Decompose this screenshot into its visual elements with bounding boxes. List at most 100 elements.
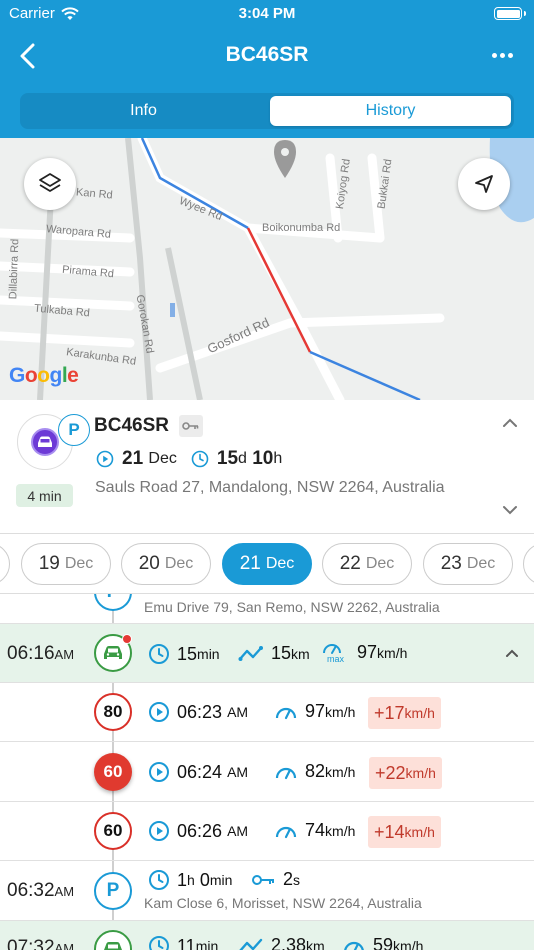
route-icon: [238, 645, 263, 661]
event-speed: 74 km/h: [274, 820, 355, 841]
history-timeline: P Emu Drive 79, San Remo, NSW 2262, Aust…: [0, 594, 534, 950]
route-icon: [238, 938, 263, 950]
event-time: 06:26 AM: [148, 820, 248, 842]
stop-address: Emu Drive 79, San Remo, NSW 2262, Austra…: [144, 599, 440, 615]
stop-address: Kam Close 6, Morisset, NSW 2264, Austral…: [144, 895, 422, 911]
play-circle-icon: [96, 450, 114, 468]
parked-icon: P: [94, 594, 132, 611]
play-circle-icon: [149, 762, 169, 782]
key-icon: [252, 874, 274, 885]
timeline-row-trip[interactable]: 07:32AM 11 min 2.38 km 59 km/h: [0, 921, 534, 950]
speed-limit-sign-active: 60: [94, 753, 132, 791]
timeline-row-speeding[interactable]: 60 06:26 AM 74 km/h +14 km/h: [0, 802, 534, 861]
app-header: Carrier 3:04 PM BC46SR Info History: [0, 0, 534, 138]
battery-icon: [494, 7, 526, 20]
date-chip-next[interactable]: [523, 543, 534, 585]
status-bar: Carrier 3:04 PM: [0, 0, 534, 28]
speedometer-icon: [275, 707, 297, 719]
speedometer-icon: [344, 941, 364, 950]
chevron-up-icon[interactable]: [502, 418, 518, 428]
elapsed-hours: 10: [252, 448, 274, 469]
map-view[interactable]: Wyee Rd Boikonumba Rd Koiyog Rd Bukkai R…: [0, 138, 534, 400]
trip-duration: 15 min: [148, 643, 220, 665]
parked-icon: P: [94, 872, 132, 910]
clock-icon: [149, 870, 169, 890]
nav-bar: BC46SR: [0, 34, 534, 78]
date-month: Dec: [64, 555, 94, 572]
date-chip-selected[interactable]: 21 Dec: [222, 543, 312, 585]
event-speed: 97 km/h: [274, 701, 355, 722]
elapsed-days: 15: [216, 448, 239, 469]
date-chip[interactable]: 19 Dec: [21, 543, 111, 585]
parked-badge: P: [58, 414, 90, 446]
date-day: 19: [38, 553, 60, 574]
trip-max-speed: 59 km/h: [342, 935, 423, 950]
date-day: 21: [239, 553, 261, 574]
tab-history[interactable]: History: [270, 96, 511, 126]
speed-limit-sign: 60: [94, 812, 132, 850]
date-chip[interactable]: 22 Dec: [322, 543, 412, 585]
event-time: 06:23 AM: [148, 701, 248, 723]
trip-start-time: 06:16AM: [7, 643, 75, 664]
trip-max-speed: max 97 km/h: [322, 641, 407, 664]
timeline-row-stop[interactable]: 06:32AM P 1h 0 min 2s Kam Close 6, Moriss…: [0, 861, 534, 921]
alert-dot: [122, 634, 132, 644]
date-day: 22: [339, 553, 361, 574]
chevron-up-icon[interactable]: [505, 649, 519, 658]
event-time: 06:24 AM: [148, 761, 248, 783]
start-month: Dec: [148, 450, 177, 467]
play-circle-icon: [149, 821, 169, 841]
stop-time: 06:32AM: [7, 880, 75, 901]
vehicle-card: P 4 min BC46SR 21 Dec 15 d 10 h Sauls Road…: [0, 400, 534, 534]
car-icon: [94, 930, 132, 950]
event-speed: 82 km/h: [274, 761, 355, 782]
play-circle-icon: [149, 702, 169, 722]
clock-icon: [191, 450, 209, 468]
max-speed-icon: max: [322, 641, 349, 664]
tab-info[interactable]: Info: [23, 96, 264, 126]
elapsed-days-unit: d: [238, 450, 247, 467]
map-label-boikonumba: Boikonumba Rd: [262, 222, 341, 234]
date-chip-prev[interactable]: [0, 543, 10, 585]
segmented-control: Info History: [20, 93, 514, 129]
over-limit-badge: +14 km/h: [368, 816, 441, 848]
ignition-key-icon: [179, 415, 203, 437]
timeline-row-trip[interactable]: 06:16AM 15 min 15 km max 97 km/h: [0, 624, 534, 683]
date-month: Dec: [164, 555, 194, 572]
date-month: Dec: [265, 555, 295, 572]
locate-button[interactable]: [458, 158, 510, 210]
status-time: 3:04 PM: [238, 5, 296, 22]
trip-distance: 15 km: [238, 643, 310, 664]
trip-start-time: 07:32AM: [7, 937, 75, 950]
stop-ignition: 2s: [252, 869, 300, 890]
speed-limit-sign: 80: [94, 693, 132, 731]
page-title: BC46SR: [225, 43, 309, 66]
car-icon: [31, 428, 59, 456]
clock-icon: [149, 644, 169, 664]
over-limit-badge: +22 km/h: [369, 757, 442, 789]
date-selector: 19 Dec 20 Dec 21 Dec 22 Dec 23 Dec: [0, 534, 534, 594]
duration-pill: 4 min: [16, 484, 73, 507]
timeline-row-speeding[interactable]: 60 06:24 AM 82 km/h +22 km/h: [0, 742, 534, 802]
start-day: 21: [122, 448, 144, 469]
vehicle-plate: BC46SR: [94, 415, 169, 436]
layers-icon: [39, 173, 61, 192]
chevron-down-icon[interactable]: [502, 505, 518, 515]
trip-distance: 2.38 km: [238, 935, 325, 950]
date-chip[interactable]: 23 Dec: [423, 543, 513, 585]
clock-icon: [149, 936, 169, 950]
navigation-arrow-icon: [475, 175, 493, 193]
map-label-dillabirra: Dillabirra Rd: [7, 238, 22, 300]
more-button[interactable]: [488, 42, 516, 68]
over-limit-badge: +17 km/h: [368, 697, 441, 729]
date-day: 23: [440, 553, 462, 574]
layers-button[interactable]: [24, 158, 76, 210]
timeline-row-stop-partial[interactable]: P Emu Drive 79, San Remo, NSW 2262, Aust…: [0, 594, 534, 624]
date-month: Dec: [466, 555, 496, 572]
card-meta: 21 Dec 15 d 10 h: [96, 448, 282, 470]
google-logo: Google: [9, 364, 79, 387]
date-chip[interactable]: 20 Dec: [121, 543, 211, 585]
timeline-row-speeding[interactable]: 80 06:23 AM 97 km/h +17 km/h: [0, 683, 534, 742]
date-month: Dec: [365, 555, 395, 572]
speedometer-icon: [275, 767, 297, 779]
